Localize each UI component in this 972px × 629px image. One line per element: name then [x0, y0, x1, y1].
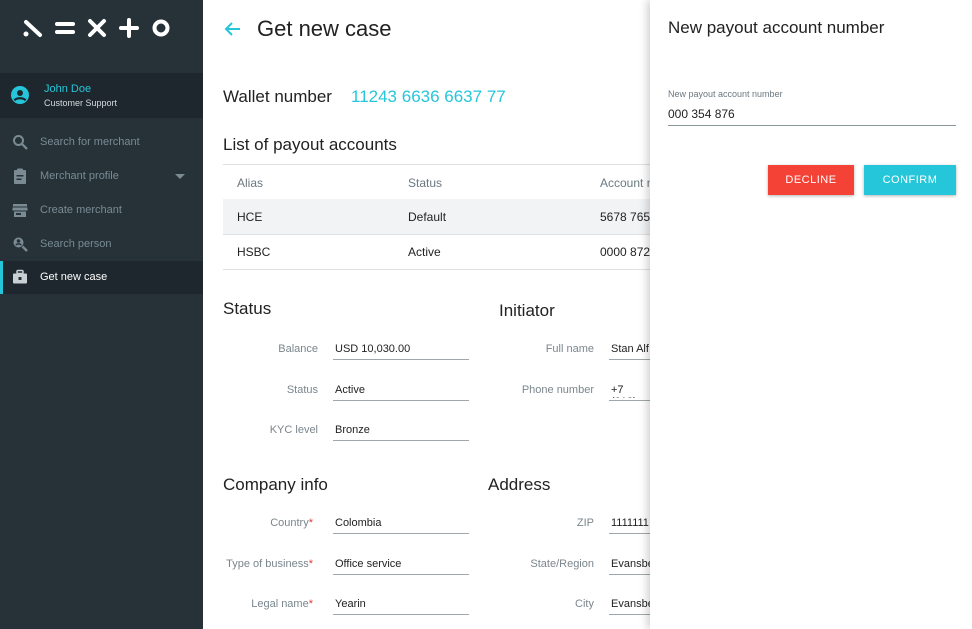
- full-name-clip: Stan Alf: [611, 341, 650, 357]
- type-of-business-value: Office service: [335, 558, 402, 570]
- sidebar-item-label: Get new case: [40, 271, 108, 283]
- kyc-level-label: KYC level: [269, 424, 318, 436]
- full-name-value: Stan Alf: [611, 343, 649, 355]
- logo-x-icon: [88, 19, 106, 37]
- panel-title: New payout account number: [668, 18, 885, 37]
- table-row[interactable]: HCE Default 5678 765: [223, 199, 653, 235]
- phone-number-label: Phone number: [521, 384, 594, 396]
- confirm-button[interactable]: CONFIRM: [864, 165, 956, 195]
- sidebar-item-label: Search for merchant: [40, 136, 140, 148]
- sidebar-item-merchant-profile[interactable]: Merchant profile: [0, 160, 203, 193]
- zip-clip: 1111111: [611, 515, 650, 531]
- search-icon: [13, 135, 28, 150]
- account-circle-icon: [11, 86, 29, 104]
- sidebar-item-get-new-case[interactable]: Get new case: [0, 261, 203, 294]
- state-region-clip: Evansbe: [611, 556, 650, 572]
- phone-number-value: +7 (012): [611, 384, 637, 398]
- back-arrow-icon[interactable]: [224, 20, 242, 38]
- sidebar-item-label: Search person: [40, 238, 112, 250]
- table-row[interactable]: HSBC Active 0000 872: [223, 234, 653, 270]
- legal-name-underline: [333, 614, 469, 615]
- legal-name-value: Yearin: [335, 598, 366, 610]
- type-of-business-underline: [333, 574, 469, 575]
- row-status: Default: [408, 210, 447, 224]
- zip-value: 1111111: [611, 517, 649, 529]
- column-header-account: Account n: [600, 176, 654, 190]
- payout-account-input[interactable]: [668, 103, 956, 126]
- state-region-value: Evansbe: [611, 558, 650, 570]
- chevron-down-icon[interactable]: [175, 174, 185, 180]
- status-underline: [333, 400, 469, 401]
- column-header-alias: Alias: [237, 176, 264, 190]
- logo-plus-icon: [119, 18, 139, 38]
- type-of-business-label: Type of business*: [226, 558, 313, 570]
- row-status: Active: [408, 245, 441, 259]
- row-alias: HSBC: [237, 245, 271, 259]
- clipboard-icon: [14, 168, 26, 184]
- country-label: Country*: [270, 517, 313, 529]
- address-section-title: Address: [488, 475, 551, 494]
- payout-account-panel: New payout account number New payout acc…: [650, 0, 972, 629]
- payout-accounts-title: List of payout accounts: [223, 135, 397, 154]
- logo-slash-icon: [23, 20, 42, 37]
- legal-name-label: Legal name*: [251, 598, 313, 610]
- user-card[interactable]: John Doe Customer Support: [0, 73, 203, 118]
- logo[interactable]: [22, 18, 182, 38]
- status-label: Status: [286, 384, 318, 396]
- wallet-number: 11243 6636 6637 77: [351, 87, 506, 106]
- logo-circle-icon: [152, 19, 170, 37]
- zip-label: ZIP: [576, 517, 594, 529]
- city-label: City: [575, 598, 594, 610]
- user-role: Customer Support: [44, 98, 118, 108]
- state-region-label: State/Region: [530, 558, 594, 570]
- sidebar: John Doe Customer Support Search for mer…: [0, 0, 203, 629]
- country-value: Colombia: [335, 517, 382, 529]
- kyc-level-value: Bronze: [335, 424, 370, 436]
- full-name-underline: [609, 359, 650, 360]
- page-title: Get new case: [257, 16, 392, 41]
- logo-equals-icon: [55, 22, 75, 34]
- briefcase-icon: [13, 269, 27, 284]
- status-value: Active: [335, 384, 365, 396]
- row-account: 0000 872: [600, 245, 651, 259]
- store-icon: [12, 204, 28, 217]
- user-name: John Doe: [44, 83, 92, 95]
- sidebar-item-create-merchant[interactable]: Create merchant: [0, 194, 203, 227]
- decline-button[interactable]: DECLINE: [768, 165, 854, 195]
- row-alias: HCE: [237, 210, 263, 224]
- city-underline: [609, 614, 650, 615]
- table-header: Alias Status Account n: [223, 164, 653, 201]
- balance-value: USD 10,030.00: [335, 343, 411, 355]
- initiator-section-title: Initiator: [499, 301, 555, 320]
- city-value: Evansbe: [611, 598, 650, 610]
- country-underline: [333, 533, 469, 534]
- company-info-title: Company info: [223, 475, 328, 494]
- full-name-label: Full name: [545, 343, 594, 355]
- balance-label: Balance: [278, 343, 318, 355]
- sidebar-item-search-person[interactable]: Search person: [0, 228, 203, 261]
- sidebar-item-label: Create merchant: [40, 204, 122, 216]
- zip-underline: [609, 533, 650, 534]
- balance-underline: [333, 359, 469, 360]
- active-indicator: [0, 261, 3, 294]
- sidebar-item-search-merchant[interactable]: Search for merchant: [0, 126, 203, 159]
- status-section-title: Status: [223, 299, 272, 318]
- kyc-level-underline: [333, 440, 469, 441]
- state-region-underline: [609, 574, 650, 575]
- row-account: 5678 765: [600, 210, 651, 224]
- city-clip: Evansbe: [611, 596, 650, 612]
- phone-number-clip: +7 (012): [611, 382, 650, 398]
- payout-account-field-label: New payout account number: [668, 89, 783, 99]
- sidebar-item-label: Merchant profile: [40, 170, 119, 182]
- person-search-icon: [13, 237, 28, 252]
- phone-number-underline: [609, 400, 650, 401]
- column-header-status: Status: [408, 176, 443, 190]
- wallet-label: Wallet number: [223, 87, 332, 106]
